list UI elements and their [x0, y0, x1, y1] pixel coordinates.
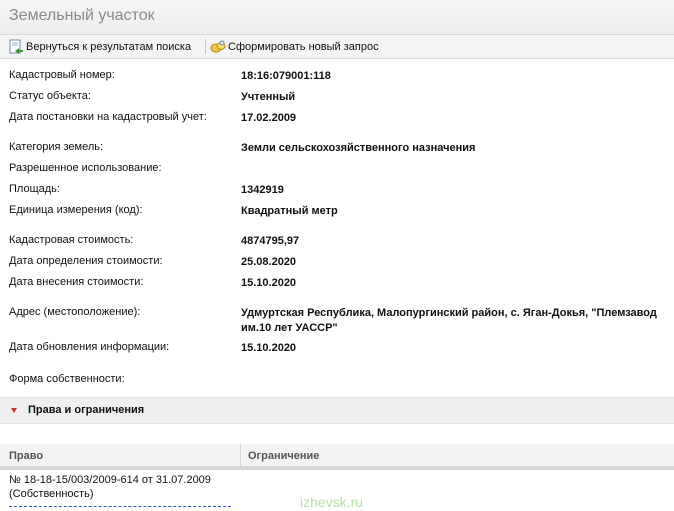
field-label: Дата обновления информации:	[9, 341, 170, 353]
field-value: 1342919	[241, 184, 284, 196]
collapse-arrow-icon[interactable]	[11, 408, 17, 413]
field-valuation-date: Дата определения стоимости: 25.08.2020	[0, 252, 674, 272]
new-query-label: Сформировать новый запрос	[228, 41, 379, 53]
field-registration-date: Дата постановки на кадастровый учет: 17.…	[0, 108, 674, 128]
new-query-button[interactable]: Сформировать новый запрос	[210, 39, 379, 55]
field-label: Дата постановки на кадастровый учет:	[9, 111, 207, 123]
field-land-category: Категория земель: Земли сельскохозяйстве…	[0, 138, 674, 158]
column-header-right: Право	[9, 450, 44, 462]
field-value: Учтенный	[241, 91, 296, 103]
column-divider	[240, 444, 241, 466]
toolbar-separator	[205, 39, 206, 54]
field-value-entry-date: Дата внесения стоимости: 15.10.2020	[0, 273, 674, 293]
field-label: Разрешенное использование:	[9, 162, 162, 174]
field-address: Адрес (местоположение): Удмуртская Респу…	[0, 303, 674, 335]
right-cell: № 18-18-15/003/2009-614 от 31.07.2009 (С…	[9, 474, 211, 500]
field-value: Земли сельскохозяйственного назначения	[241, 142, 476, 154]
truncated-link-row[interactable]	[9, 506, 231, 511]
field-label: Площадь:	[9, 183, 60, 195]
field-value: Квадратный метр	[241, 205, 338, 217]
field-value: Удмуртская Республика, Малопургинский ра…	[241, 307, 657, 334]
field-label: Адрес (местоположение):	[9, 306, 141, 318]
field-value: 18:16:079001:118	[241, 70, 331, 82]
field-value: 17.02.2009	[241, 112, 297, 124]
back-to-results-label: Вернуться к результатам поиска	[26, 41, 192, 53]
back-to-results-button[interactable]: Вернуться к результатам поиска	[8, 39, 191, 55]
field-label: Категория земель:	[9, 141, 104, 153]
field-label: Единица измерения (код):	[9, 204, 143, 216]
rights-section-title: Права и ограничения	[28, 404, 145, 416]
rights-section-header[interactable]: Права и ограничения	[0, 397, 674, 424]
field-area: Площадь: 1342919	[0, 180, 674, 200]
field-value: 4874795,97	[241, 235, 300, 247]
field-value: 15.10.2020	[241, 277, 297, 289]
title-bar: Земельный участок	[0, 0, 674, 35]
field-value: 15.10.2020	[241, 342, 297, 354]
toolbar: Вернуться к результатам поиска Сформиров…	[0, 35, 674, 59]
table-row: № 18-18-15/003/2009-614 от 31.07.2009 (С…	[9, 473, 249, 501]
column-header-restriction: Ограничение	[248, 450, 320, 462]
field-permitted-use: Разрешенное использование:	[0, 159, 674, 179]
field-cadastral-number: Кадастровый номер: 18:16:079001:118	[0, 66, 674, 86]
field-cadastral-value: Кадастровая стоимость: 4874795,97	[0, 231, 674, 251]
new-query-icon	[210, 39, 226, 55]
field-label: Форма собственности:	[9, 373, 125, 385]
field-unit: Единица измерения (код): Квадратный метр	[0, 201, 674, 221]
field-label: Дата определения стоимости:	[9, 255, 163, 267]
field-object-status: Статус объекта: Учтенный	[0, 87, 674, 107]
field-label: Статус объекта:	[9, 90, 91, 102]
field-label: Дата внесения стоимости:	[9, 276, 144, 288]
field-label: Кадастровый номер:	[9, 69, 115, 81]
field-ownership-form: Форма собственности:	[0, 370, 674, 390]
rights-table-header: Право Ограничение	[0, 444, 674, 470]
field-value: 25.08.2020	[241, 256, 297, 268]
field-label: Кадастровая стоимость:	[9, 234, 134, 246]
page-title: Земельный участок	[9, 7, 155, 24]
field-update-date: Дата обновления информации: 15.10.2020	[0, 338, 674, 358]
watermark: izhevsk.ru	[300, 494, 364, 510]
back-document-icon	[8, 39, 24, 55]
